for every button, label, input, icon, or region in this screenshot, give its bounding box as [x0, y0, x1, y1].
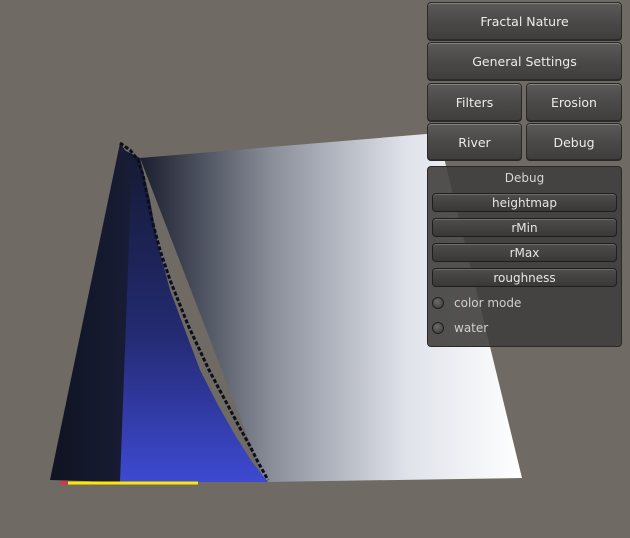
color-mode-toggle[interactable]: color mode	[432, 294, 521, 312]
erosion-button[interactable]: Erosion	[526, 83, 622, 122]
debug-button[interactable]: Debug	[526, 123, 622, 161]
fractal-nature-button[interactable]: Fractal Nature	[427, 2, 622, 41]
color-mode-label: color mode	[454, 296, 522, 310]
roughness-button[interactable]: roughness	[432, 268, 617, 287]
debug-panel-title: Debug	[504, 171, 545, 185]
water-radio[interactable]	[432, 322, 444, 334]
rmin-button[interactable]: rMin	[432, 218, 617, 237]
color-mode-radio[interactable]	[432, 297, 444, 309]
general-settings-button[interactable]: General Settings	[427, 42, 622, 81]
rmax-button[interactable]: rMax	[432, 243, 617, 262]
water-toggle[interactable]: water	[432, 319, 488, 337]
terrain-left-face	[50, 143, 132, 482]
river-button[interactable]: River	[427, 123, 522, 161]
debug-panel: Debug heightmap rMin rMax roughness colo…	[427, 166, 622, 347]
heightmap-button[interactable]: heightmap	[432, 193, 617, 212]
filters-button[interactable]: Filters	[427, 83, 522, 122]
water-label: water	[454, 321, 489, 335]
